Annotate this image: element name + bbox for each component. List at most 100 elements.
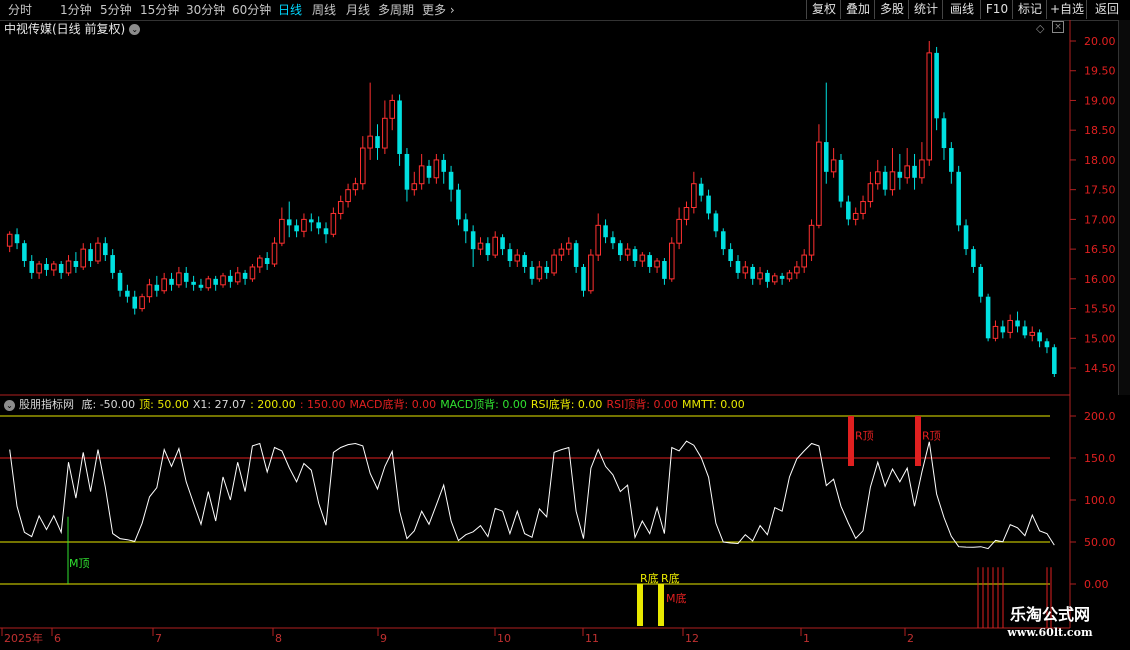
indicator-tick-label: 0.00 [1084,578,1109,591]
candle-body [463,219,469,232]
candle-body [249,266,256,280]
watermark-url: www.60lt.com [1007,626,1093,639]
candle-body [654,260,660,268]
legend-item-6: MACD顶背: 0.00 [440,398,527,411]
legend-item-3: : 200.00 [250,398,296,411]
price-tick-label: 19.50 [1084,65,1116,78]
date-tick-label: 7 [155,632,162,645]
candle-body [441,159,447,172]
date-tick-label: 8 [275,632,282,645]
candle-body [941,118,947,149]
right-sidebar-strip[interactable] [1118,20,1130,395]
candle-body [242,272,248,279]
candle-body [595,224,601,256]
candle-body [919,159,925,179]
r-bottom-bar [658,584,664,626]
candle-body [375,136,380,149]
legend-item-1: 顶: 50.00 [139,398,189,411]
candle-body [191,281,196,285]
candle-body [514,254,521,262]
candle-body [949,148,954,172]
candle-body [492,236,498,256]
candle-body [978,266,984,297]
candle-body [110,255,115,273]
candle-body [816,141,822,226]
candle-body [426,165,432,178]
candle-body [691,183,697,208]
candle-body [956,171,961,226]
candle-body [286,219,292,226]
candle-body [581,266,586,291]
candle-body [279,218,285,244]
candle-body [271,242,278,265]
date-tick-label: 9 [380,632,387,645]
candle-body [926,52,933,161]
candle-body [912,165,917,178]
legend-item-8: RSI顶背: 0.00 [606,398,679,411]
date-tick-label: 2025年 [4,631,43,645]
oscillator-line [9,440,1055,550]
candle-body [676,218,682,244]
indicator-tick-label: 100.0 [1084,494,1116,507]
candle-body [662,261,667,279]
candle-body [934,52,939,119]
candle-body [544,266,549,273]
watermark-title: 乐淘公式网 [1009,605,1090,624]
candle-body [647,255,652,267]
price-tick-label: 19.00 [1084,94,1116,107]
candle-body [522,255,527,267]
candle-body [330,212,337,235]
date-tick-label: 11 [585,632,599,645]
candle-body [485,243,491,256]
candle-body [904,165,910,179]
kline-chart[interactable]: 20.0019.5019.0018.5018.0017.5017.0016.50… [0,0,1130,650]
r-bottom-label: R底 [661,571,680,585]
legend-item-7: RSI底背: 0.00 [530,398,603,411]
candle-body [1052,347,1057,374]
price-tick-label: 18.50 [1084,124,1116,137]
candle-body [257,257,263,268]
legend-item-5: MACD底背: 0.00 [349,398,437,411]
candle-body [456,189,461,220]
candle-body [808,224,815,256]
candle-body [617,243,623,256]
candle-body [794,266,800,274]
candle-body [154,284,160,291]
candle-body [448,171,454,190]
candle-body [771,275,778,283]
legend-item-4: : 150.00 [299,398,346,411]
candle-body [1022,326,1028,336]
candle-body [558,248,565,256]
candle-body [765,272,770,282]
candle-body [367,135,373,149]
legend-item-9: MMTT: 0.00 [682,398,745,411]
candle-body [867,183,874,203]
candle-body [735,261,741,273]
candle-body [22,243,27,262]
candle-body [183,272,189,282]
r-top-label: R顶 [922,430,941,443]
candle-body [470,231,476,250]
date-tick-label: 1 [803,632,810,645]
r-bottom-bar [637,584,643,626]
candle-body [713,213,719,232]
chevron-down-icon[interactable]: ⌄ [4,399,15,411]
candle-body [316,222,321,229]
candle-body [742,266,749,274]
candle-body [588,254,594,292]
candle-body [757,272,763,280]
candle-body [624,248,631,256]
candle-body [1000,326,1006,333]
candle-body [14,234,20,244]
candle-body [1037,332,1042,342]
date-tick-label: 6 [54,632,61,645]
candle-body [786,272,793,280]
price-tick-label: 15.00 [1084,332,1116,345]
candle-body [971,249,976,267]
candle-body [728,249,733,262]
candle-body [698,183,704,196]
candle-body [352,183,359,191]
candle-body [882,171,888,190]
candle-body [507,249,513,262]
candle-body [117,272,123,291]
